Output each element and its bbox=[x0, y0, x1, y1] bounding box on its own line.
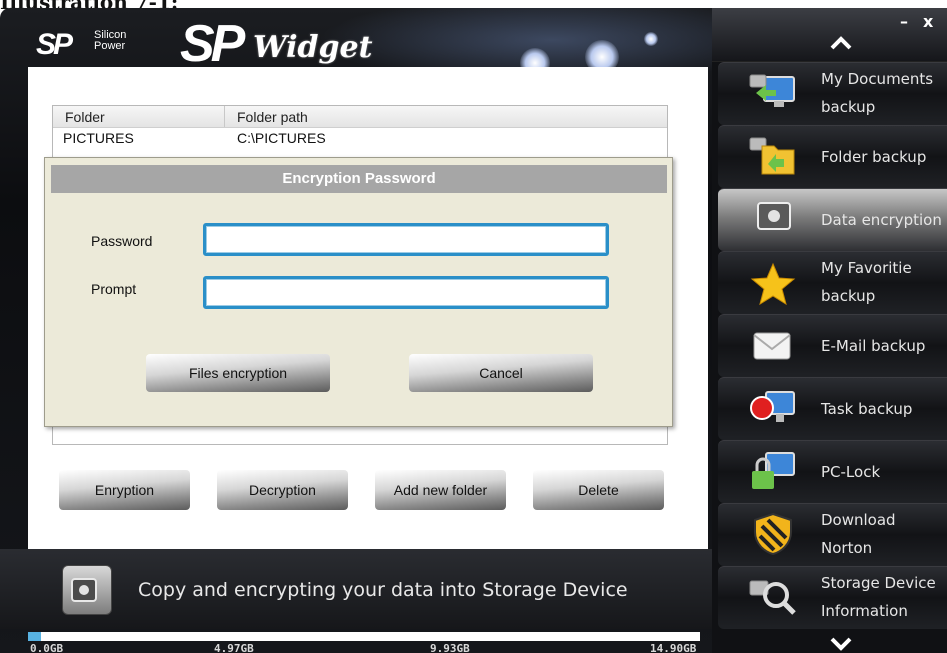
capacity-bar-fill bbox=[28, 632, 41, 641]
info-text: Copy and encrypting your data into Stora… bbox=[138, 579, 628, 601]
star-icon bbox=[750, 262, 796, 306]
envelope-icon bbox=[753, 332, 791, 360]
table-row[interactable]: PICTURES C:\PICTURES bbox=[53, 128, 667, 148]
app-logo-name: Widget bbox=[253, 30, 373, 65]
scroll-down-icon[interactable] bbox=[830, 637, 852, 651]
logo-brand-name: Silicon Power bbox=[94, 29, 127, 52]
scroll-up-icon[interactable] bbox=[830, 36, 852, 50]
prompt-label: Prompt bbox=[91, 281, 137, 297]
capacity-label: 14.90GB bbox=[650, 642, 697, 653]
sidebar-item-download-norton[interactable]: Download Norton bbox=[718, 503, 947, 566]
decryption-button[interactable]: Decryption bbox=[217, 470, 348, 510]
add-new-folder-button[interactable]: Add new folder bbox=[375, 470, 506, 510]
app-logo-prefix: SP bbox=[180, 15, 245, 73]
sidebar-item-task-backup[interactable]: Task backup bbox=[718, 377, 947, 440]
folder-cell: PICTURES bbox=[63, 130, 134, 146]
sidebar-item-data-encryption[interactable]: Data encryption bbox=[718, 188, 947, 251]
capacity-label: 4.97GB bbox=[214, 642, 254, 653]
close-button[interactable]: x bbox=[923, 12, 933, 31]
logo-mark: SP bbox=[36, 28, 73, 61]
sidebar-item-my-documents-backup[interactable]: My Documents backup bbox=[718, 62, 947, 125]
password-input[interactable] bbox=[203, 223, 609, 256]
decorative-orb bbox=[644, 32, 658, 46]
sidebar-item-pc-lock[interactable]: PC-Lock bbox=[718, 440, 947, 503]
table-header: Folder Folder path bbox=[53, 106, 667, 128]
delete-button[interactable]: Delete bbox=[533, 470, 664, 510]
column-header-folder[interactable]: Folder bbox=[53, 106, 225, 127]
pc-lock-icon bbox=[752, 452, 795, 489]
my-documents-icon bbox=[749, 74, 795, 107]
task-icon bbox=[750, 391, 795, 422]
sidebar-header bbox=[712, 8, 947, 62]
storage-info-icon bbox=[749, 580, 796, 615]
capacity-label: 9.93GB bbox=[430, 642, 470, 653]
sidebar-item-storage-device-information[interactable]: Storage Device Information bbox=[718, 566, 947, 629]
cancel-button[interactable]: Cancel bbox=[409, 354, 593, 392]
sidebar-item-my-favorite-backup[interactable]: My Favoritie backup bbox=[718, 251, 947, 314]
dialog-title: Encryption Password bbox=[51, 165, 667, 193]
folder-path-cell: C:\PICTURES bbox=[237, 130, 326, 146]
norton-shield-icon bbox=[754, 512, 792, 556]
password-label: Password bbox=[91, 233, 153, 249]
encryption-button[interactable]: Enryption bbox=[59, 470, 190, 510]
capacity-bar bbox=[28, 632, 700, 641]
prompt-input[interactable] bbox=[203, 276, 609, 309]
folder-backup-icon bbox=[749, 137, 795, 175]
capacity-label: 0.0GB bbox=[30, 642, 64, 653]
column-header-folder-path[interactable]: Folder path bbox=[225, 106, 308, 127]
files-encryption-button[interactable]: Files encryption bbox=[146, 354, 330, 392]
safe-icon bbox=[757, 202, 791, 230]
sidebar: – x My Documents backup Folder backup Da… bbox=[712, 8, 947, 653]
sidebar-item-folder-backup[interactable]: Folder backup bbox=[718, 125, 947, 188]
safe-icon bbox=[62, 565, 112, 615]
minimize-button[interactable]: – bbox=[900, 12, 908, 31]
encryption-password-dialog: Encryption Password Password Prompt File… bbox=[44, 157, 673, 427]
sidebar-item-email-backup[interactable]: E-Mail backup bbox=[718, 314, 947, 377]
